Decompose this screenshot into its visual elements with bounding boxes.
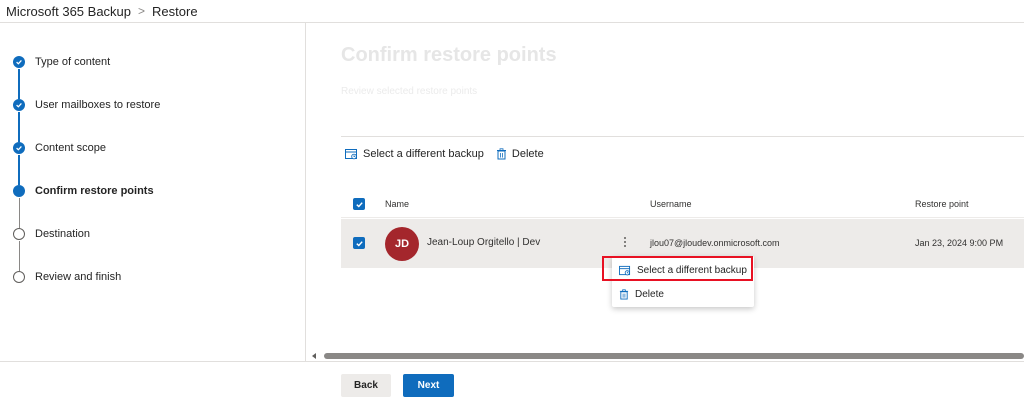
checkmark-icon	[355, 201, 363, 207]
menu-item-delete[interactable]: Delete	[612, 283, 754, 305]
row-checkbox[interactable]	[353, 237, 365, 249]
step-label: Destination	[35, 228, 91, 240]
step-connector	[18, 69, 20, 99]
select-all-checkbox[interactable]	[353, 198, 365, 210]
scroll-left-icon[interactable]	[312, 353, 316, 359]
menu-item-label: Delete	[635, 288, 664, 300]
back-button[interactable]: Back	[341, 374, 391, 397]
trash-icon	[496, 148, 506, 160]
step-review-and-finish: Review and finish	[13, 271, 121, 283]
column-header-name[interactable]: Name	[385, 199, 409, 209]
step-label: Type of content	[35, 56, 111, 68]
step-label: Review and finish	[35, 271, 122, 283]
step-confirm-restore-points[interactable]: Confirm restore points	[13, 185, 154, 197]
select-different-backup-label: Select a different backup	[363, 148, 484, 160]
command-bar-divider	[341, 136, 1024, 137]
checkmark-icon	[13, 56, 25, 68]
horizontal-scrollbar[interactable]	[312, 352, 1024, 360]
breadcrumb: Microsoft 365 Backup > Restore	[0, 0, 1024, 22]
more-options-icon[interactable]	[620, 232, 630, 252]
checkmark-icon	[13, 99, 25, 111]
next-button[interactable]: Next	[403, 374, 454, 397]
footer-divider	[0, 361, 1024, 362]
row-restore-point: Jan 23, 2024 9:00 PM	[915, 238, 1004, 248]
step-destination: Destination	[13, 228, 90, 240]
trash-icon	[619, 288, 629, 299]
breadcrumb-separator: >	[138, 4, 146, 18]
step-connector	[18, 112, 20, 142]
row-name: Jean-Loup Orgitello | Dev	[427, 237, 541, 248]
step-connector	[18, 198, 20, 228]
step-label: Confirm restore points	[35, 185, 154, 197]
calendar-backup-icon	[345, 149, 357, 160]
select-different-backup-button[interactable]: Select a different backup	[345, 148, 484, 160]
checkmark-icon	[355, 240, 363, 246]
page-subtitle: Review selected restore points	[341, 86, 478, 97]
column-header-restore-point[interactable]: Restore point	[915, 199, 969, 209]
delete-button[interactable]: Delete	[496, 148, 544, 160]
pending-step-icon	[13, 228, 25, 240]
step-label: Content scope	[35, 142, 106, 154]
checkmark-icon	[13, 142, 25, 154]
step-connector	[18, 241, 20, 271]
page-title: Confirm restore points	[341, 44, 557, 66]
delete-label: Delete	[511, 148, 544, 160]
step-connector	[18, 155, 20, 185]
command-bar: Select a different backup Delete	[345, 145, 556, 163]
breadcrumb-root[interactable]: Microsoft 365 Backup	[6, 4, 131, 19]
breadcrumb-current: Restore	[152, 3, 198, 19]
step-type-of-content[interactable]: Type of content	[13, 56, 110, 68]
scrollbar-thumb[interactable]	[324, 353, 1024, 359]
step-user-mailboxes[interactable]: User mailboxes to restore	[13, 99, 160, 111]
table-header: Name Username Restore point	[341, 190, 1024, 218]
avatar: JD	[385, 227, 419, 261]
pending-step-icon	[13, 271, 25, 283]
highlight-box	[602, 256, 753, 281]
row-username: jlou07@jloudev.onmicrosoft.com	[650, 238, 780, 248]
wizard-stepper: Type of content User mailboxes to restor…	[0, 23, 306, 361]
current-step-icon	[13, 185, 25, 197]
column-header-username[interactable]: Username	[650, 199, 692, 209]
main-panel: Confirm restore points Review selected r…	[307, 23, 1024, 361]
step-label: User mailboxes to restore	[35, 99, 161, 111]
step-content-scope[interactable]: Content scope	[13, 142, 106, 154]
